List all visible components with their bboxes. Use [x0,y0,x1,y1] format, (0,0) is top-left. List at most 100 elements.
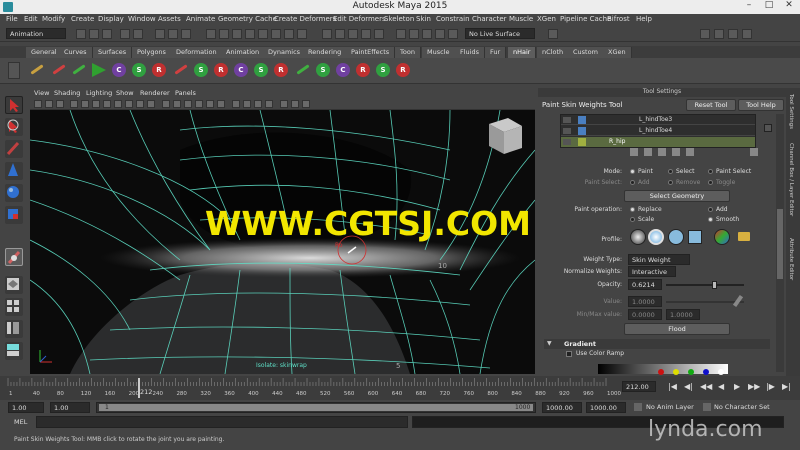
shelf-tab-rendering[interactable]: Rendering [303,47,348,58]
rotate-tool-icon[interactable] [5,184,23,202]
value-field[interactable]: 1.0000 [628,296,662,307]
brush-picker-icon[interactable] [714,229,730,245]
attribute-editor-toggle-icon[interactable] [714,29,724,39]
constraint-c-icon-2[interactable]: C [234,63,248,77]
menu-xgen[interactable]: XGen [537,15,556,23]
start-s-icon-4[interactable]: S [316,63,330,77]
influence-row[interactable]: L_hindToe4 [561,126,755,136]
minimize-button[interactable]: – [740,0,758,13]
resolution-gate-icon[interactable] [103,100,111,108]
persp-outliner-layout-icon[interactable] [5,320,23,338]
assign-hair-system-icon[interactable] [52,64,66,75]
mask-rendering-icon[interactable] [284,29,294,39]
open-scene-icon[interactable] [89,29,99,39]
current-time-field[interactable]: 212.00 [622,381,656,392]
snap-plane-icon[interactable] [361,29,371,39]
menu-constrain[interactable]: Constrain [436,15,470,23]
paint-select-remove-radio[interactable] [668,180,673,185]
paint-op-smooth-radio[interactable] [708,217,713,222]
shelf-tab-nhair[interactable]: nHair [508,47,537,58]
camera-attributes-icon[interactable] [45,100,53,108]
menu-file[interactable]: File [6,15,18,23]
rest-r-icon-5[interactable]: R [396,63,410,77]
make-live-icon[interactable] [374,29,384,39]
filter-icon[interactable] [644,148,652,156]
sort-influences-icon[interactable] [630,148,638,156]
motion-blur-icon[interactable] [243,100,251,108]
menu-window[interactable]: Window [128,15,156,23]
current-time-indicator[interactable] [138,378,140,398]
shelf-tab-ncloth[interactable]: nCloth [537,47,570,58]
shelf-tab-deformation[interactable]: Deformation [171,47,223,58]
play-backward-icon[interactable]: ◀ [718,382,724,391]
redo-icon[interactable] [133,29,143,39]
undo-icon[interactable] [120,29,130,39]
mask-misc-icon[interactable] [297,29,307,39]
menu-edit[interactable]: Edit [24,15,38,23]
panel-scrollbar[interactable] [776,114,784,372]
create-hair-icon[interactable] [72,64,86,75]
mask-curve-icon[interactable] [245,29,255,39]
square-brush-icon[interactable] [688,230,702,244]
safe-action-icon[interactable] [136,100,144,108]
constraint-c-icon-3[interactable]: C [336,63,350,77]
solid-brush-icon[interactable] [668,229,684,245]
step-forward-key-icon[interactable]: |▶ [766,382,775,391]
menu-skin[interactable]: Skin [416,15,431,23]
viewport-menu-panels[interactable]: Panels [175,89,196,97]
use-color-ramp-checkbox[interactable] [566,351,572,357]
lasso-tool-icon[interactable] [5,118,23,136]
paint-skin-weights-tool-icon[interactable] [5,248,23,266]
color-swatch-icon[interactable] [750,148,758,156]
folder-icon[interactable] [738,232,750,241]
grid-icon[interactable] [81,100,89,108]
film-gate-icon[interactable] [92,100,100,108]
xray-icon[interactable] [291,100,299,108]
wireframe-on-shaded-icon[interactable] [184,100,192,108]
hypershade-icon[interactable] [448,29,458,39]
range-slider[interactable]: 1 1000 [96,402,536,413]
paint-op-add-radio[interactable] [708,207,713,212]
camera-select-icon[interactable] [34,100,42,108]
side-tab-attribute-editor[interactable]: Attribute Editor [788,238,794,280]
start-s-icon-5[interactable]: S [376,63,390,77]
menu-geometry-cache[interactable]: Geometry Cache [218,15,277,23]
rest-r-icon-2[interactable]: R [214,63,228,77]
snap-grid-icon[interactable] [322,29,332,39]
paint-select-add-radio[interactable] [630,180,635,185]
reset-tool-button[interactable]: Reset Tool [686,99,736,111]
lock-icon[interactable] [563,117,571,123]
live-surface-field[interactable]: No Live Surface [465,28,535,39]
max-value-field[interactable]: 1.0000 [666,309,700,320]
bookmarks-icon[interactable] [56,100,64,108]
move-tool-icon[interactable] [5,162,23,180]
tool-help-button[interactable]: Tool Help [738,99,784,111]
shelf-options-icon[interactable] [8,62,20,79]
paint-op-scale-radio[interactable] [630,217,635,222]
step-back-frame-icon[interactable]: ◀◀ [700,382,712,391]
influence-row[interactable]: L_hindToe3 [561,115,755,125]
make-curves-dynamic-icon[interactable] [30,64,44,75]
field-chart-icon[interactable] [125,100,133,108]
scale-tool-icon[interactable] [5,206,23,224]
opacity-field[interactable]: 0.6214 [628,279,662,290]
unlock-all-icon[interactable] [672,148,680,156]
time-slider[interactable]: 1 40 80 120 160 200 240 280 320 360 400 440 480 520 56… [0,376,800,400]
channel-box-toggle-icon[interactable] [742,29,752,39]
viewport-menu-lighting[interactable]: Lighting [86,89,112,97]
ramp-key-red[interactable] [658,369,664,375]
new-scene-icon[interactable] [76,29,86,39]
shelf-tab-surfaces[interactable]: Surfaces [93,47,133,58]
menu-assets[interactable]: Assets [158,15,181,23]
menu-bifrost[interactable]: Bifrost [607,15,630,23]
opacity-slider-handle[interactable] [712,281,718,289]
shelf-tab-curves[interactable]: Curves [59,47,93,58]
select-geometry-button[interactable]: Select Geometry [624,190,730,202]
menu-create-deformers[interactable]: Create Deformers [274,15,336,23]
gate-mask-icon[interactable] [114,100,122,108]
lock-icon[interactable] [563,139,571,145]
use-all-lights-icon[interactable] [206,100,214,108]
influence-row-selected[interactable]: R_hip [561,137,755,147]
close-button[interactable]: ✕ [780,0,798,13]
wireframe-icon[interactable] [162,100,170,108]
